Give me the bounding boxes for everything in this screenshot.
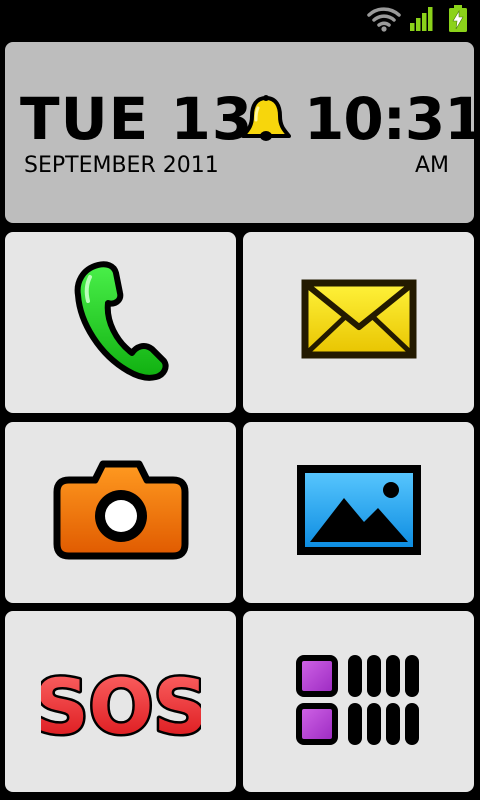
camera-tile[interactable]: [5, 422, 236, 603]
envelope-icon: [301, 279, 417, 359]
clock-ampm: AM: [414, 153, 449, 178]
phone-icon: [74, 261, 169, 381]
sos-tile[interactable]: SOS: [5, 611, 236, 792]
sos-icon: SOS: [41, 660, 201, 752]
bell-icon[interactable]: [238, 94, 294, 146]
apps-tile[interactable]: [243, 611, 474, 792]
camera-icon: [53, 460, 189, 560]
battery-charging-icon: [449, 5, 467, 32]
messages-tile[interactable]: [243, 232, 474, 413]
sos-label: SOS: [41, 662, 201, 751]
gallery-tile[interactable]: [243, 422, 474, 603]
date-day: TUE 13: [20, 85, 254, 153]
gallery-icon: [297, 465, 421, 555]
wifi-icon: [367, 7, 401, 32]
status-bar: [0, 0, 480, 38]
phone-tile[interactable]: [5, 232, 236, 413]
signal-icon: [410, 7, 433, 31]
apps-grid-icon: [296, 655, 419, 745]
clock-time: 10:31: [304, 85, 480, 153]
date-month-year: SEPTEMBER 2011: [24, 153, 219, 178]
